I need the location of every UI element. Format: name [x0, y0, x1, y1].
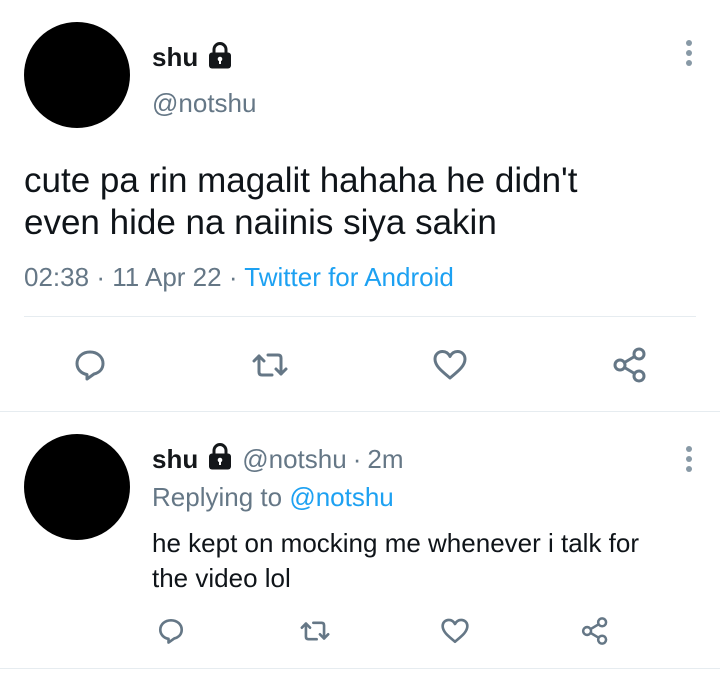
display-name[interactable]: shu: [152, 42, 198, 73]
reply-button[interactable]: [154, 614, 188, 648]
tweet-age: 2m: [367, 443, 404, 474]
avatar[interactable]: [24, 22, 130, 128]
reply-icon: [158, 618, 184, 644]
section-divider: [0, 411, 720, 412]
username[interactable]: @notshu: [242, 444, 346, 475]
replying-prefix: Replying to: [152, 482, 283, 512]
share-button[interactable]: [610, 345, 650, 385]
like-button[interactable]: [438, 614, 472, 648]
tweet-meta: 02:38 · 11 Apr 22 · Twitter for Android: [24, 262, 454, 293]
display-name[interactable]: shu: [152, 444, 198, 475]
reply-header: shu @notshu · 2m: [152, 442, 404, 476]
section-divider: [0, 668, 720, 669]
tweet-text-line: the video lol: [152, 563, 291, 593]
more-options-icon[interactable]: [684, 446, 694, 476]
username[interactable]: @notshu: [152, 88, 256, 119]
tweet-text-line: he kept on mocking me whenever i talk fo…: [152, 528, 640, 558]
tweet-source-link[interactable]: Twitter for Android: [244, 262, 454, 292]
more-options-icon[interactable]: [684, 40, 694, 70]
reply-text: he kept on mocking me whenever i talk fo…: [152, 526, 639, 596]
lock-icon: [206, 442, 234, 477]
retweet-icon: [252, 353, 288, 377]
like-icon: [433, 350, 467, 380]
replying-to: Replying to @notshu: [152, 482, 394, 513]
share-button[interactable]: [578, 614, 612, 648]
retweet-icon: [300, 621, 330, 641]
tweet-text-line: cute pa rin magalit hahaha he didn't: [24, 161, 578, 200]
meta-separator: ·: [96, 262, 105, 292]
replying-to-link[interactable]: @notshu: [289, 482, 393, 512]
divider: [24, 316, 696, 317]
share-icon: [613, 347, 646, 383]
display-name-row: shu: [152, 40, 234, 74]
reply-button[interactable]: [70, 345, 110, 385]
like-button[interactable]: [430, 345, 470, 385]
meta-separator: ·: [352, 443, 362, 474]
tweet-text-line: even hide na naiinis siya sakin: [24, 203, 497, 242]
lock-icon: [206, 41, 234, 74]
share-icon: [581, 617, 608, 645]
tweet-time: 02:38: [24, 262, 90, 292]
retweet-button[interactable]: [250, 345, 290, 385]
tweet-text: cute pa rin magalit hahaha he didn't eve…: [24, 160, 577, 244]
retweet-button[interactable]: [298, 614, 332, 648]
like-icon: [441, 618, 469, 644]
avatar[interactable]: [24, 434, 130, 540]
tweet-date: 11 Apr 22: [112, 262, 222, 292]
meta-separator: ·: [228, 262, 238, 292]
reply-icon: [75, 350, 105, 381]
